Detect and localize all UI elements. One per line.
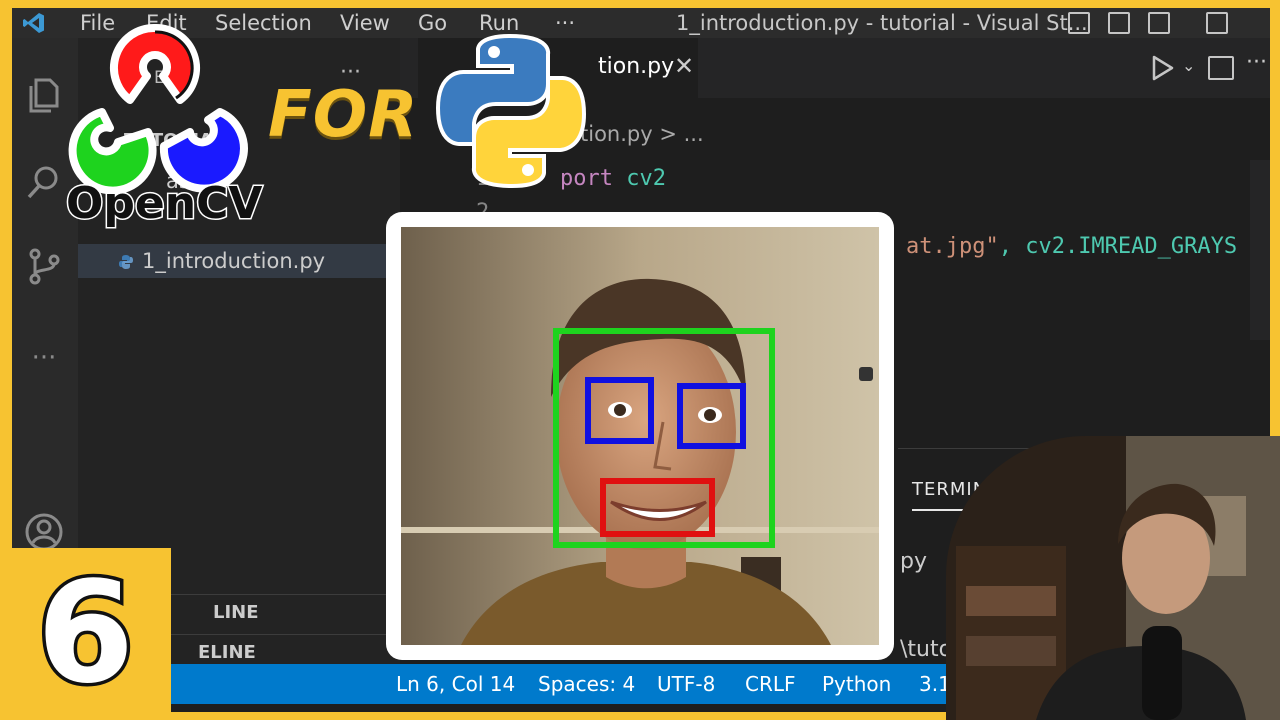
- vscode-logo-icon: [23, 13, 44, 33]
- more-icon[interactable]: ···: [24, 338, 64, 378]
- editor-more-icon[interactable]: ···: [1246, 50, 1267, 75]
- status-cursor-position[interactable]: Ln 6, Col 14: [396, 672, 515, 696]
- files-icon[interactable]: [24, 74, 64, 114]
- episode-number: 6: [33, 549, 137, 719]
- account-icon[interactable]: [24, 512, 64, 552]
- status-indentation[interactable]: Spaces: 4: [538, 672, 635, 696]
- menu-view[interactable]: View: [340, 8, 390, 38]
- status-language[interactable]: Python: [822, 672, 891, 696]
- breadcrumb[interactable]: tion.py > ...: [580, 122, 704, 146]
- toggle-secondary-sidebar-icon[interactable]: [1148, 12, 1170, 34]
- run-icon[interactable]: [1150, 54, 1176, 82]
- source-control-icon[interactable]: [24, 246, 64, 286]
- status-eol[interactable]: CRLF: [745, 672, 796, 696]
- toggle-sidebar-icon[interactable]: [1068, 12, 1090, 34]
- minimap[interactable]: [1250, 160, 1270, 340]
- webcam-overlay: [946, 436, 1280, 720]
- file-label-introduction: 1_introduction.py: [142, 249, 326, 273]
- code-line-3[interactable]: at.jpg", cv2.IMREAD_GRAYS: [906, 234, 1237, 259]
- code-module: cv2: [626, 166, 666, 191]
- status-encoding[interactable]: UTF-8: [657, 672, 715, 696]
- tab-label: tion.py: [598, 54, 675, 79]
- terminal-line-1: py: [900, 549, 927, 574]
- python-file-icon: [119, 255, 133, 269]
- customize-layout-icon[interactable]: [1206, 12, 1228, 34]
- tab-close-icon[interactable]: ✕: [674, 52, 694, 80]
- split-editor-icon[interactable]: [1208, 56, 1234, 80]
- python-logo: [435, 33, 587, 189]
- code-call: , cv2.IMREAD_GRAYS: [998, 234, 1238, 259]
- window-title: 1_introduction.py - tutorial - Visual St…: [676, 11, 1088, 35]
- chevron-down-icon[interactable]: ⌄: [1182, 56, 1195, 75]
- face-detection-photo: [401, 227, 879, 645]
- opencv-text: OpenCV: [64, 177, 263, 231]
- search-icon[interactable]: [24, 162, 64, 202]
- for-text: FOR: [268, 78, 419, 152]
- toggle-panel-icon[interactable]: [1108, 12, 1130, 34]
- outline-label: LINE: [213, 602, 259, 623]
- code-string: at.jpg": [906, 234, 999, 259]
- terminal-line-2: \tuto: [900, 637, 953, 662]
- episode-badge: 6: [0, 548, 171, 720]
- file-row-introduction[interactable]: 1_introduction.py: [78, 244, 400, 278]
